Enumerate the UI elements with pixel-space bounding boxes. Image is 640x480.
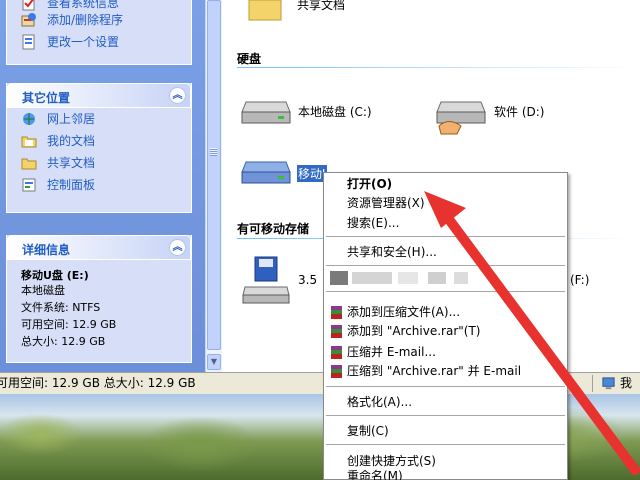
- details-panel: 详细信息 ︽ 移动U盘 (E:) 本地磁盘 文件系统: NTFS 可用空间: 1…: [6, 235, 192, 363]
- folder-icon[interactable]: [245, 0, 285, 22]
- menu-label: 压缩到 "Archive.rar" 并 E-mail: [347, 364, 522, 378]
- place-label: 共享文档: [47, 156, 96, 170]
- menu-separator: [326, 386, 565, 387]
- scroll-down-arrow-icon[interactable]: ▼: [207, 354, 221, 370]
- other-places-header[interactable]: 其它位置 ︽: [7, 83, 191, 108]
- menu-separator: [326, 291, 565, 292]
- collapse-chevron-icon[interactable]: ︽: [169, 239, 186, 256]
- floppy-label[interactable]: 3.5: [298, 273, 317, 287]
- menu-item-rename[interactable]: 重命名(M): [324, 469, 567, 480]
- shared-docs-label[interactable]: 共享文档: [297, 0, 345, 13]
- change-setting-icon: [22, 34, 35, 50]
- menu-label: 添加到压缩文件(A)...: [347, 305, 461, 319]
- blurred-menu-item: [328, 269, 558, 287]
- usb-drive-icon[interactable]: [240, 158, 292, 188]
- winrar-icon: [331, 306, 342, 319]
- task-change-setting[interactable]: 更改一个设置: [7, 31, 191, 53]
- detail-free-space: 可用空间: 12.9 GB: [21, 318, 117, 331]
- vertical-scrollbar[interactable]: ▼: [205, 0, 222, 372]
- my-documents-icon: [21, 136, 37, 148]
- menu-item-search[interactable]: 搜索(E)...: [324, 214, 567, 233]
- status-text: 可用空间: 12.9 GB 总大小: 12.9 GB: [0, 376, 196, 390]
- place-control-panel[interactable]: 控制面板: [7, 174, 191, 196]
- drive-c-label[interactable]: 本地磁盘 (C:): [298, 103, 372, 120]
- detail-filesystem: 文件系统: NTFS: [21, 301, 101, 314]
- context-menu: 打开(O) 资源管理器(X) 搜索(E)... 共享和安全(H)... 添加到压…: [323, 172, 568, 480]
- panel-title: 详细信息: [22, 243, 71, 257]
- winrar-icon: [331, 365, 342, 378]
- shared-hard-drive-icon[interactable]: [435, 96, 487, 136]
- menu-item-add-to-rar[interactable]: 添加到 "Archive.rar"(T): [324, 322, 567, 341]
- shared-documents-icon: [21, 158, 37, 170]
- menu-item-open[interactable]: 打开(O): [324, 175, 567, 194]
- menu-label: 添加到 "Archive.rar"(T): [347, 324, 481, 338]
- menu-item-copy[interactable]: 复制(C): [324, 422, 567, 441]
- menu-separator: [326, 444, 565, 445]
- place-network[interactable]: 网上邻居: [7, 108, 191, 130]
- task-label: 更改一个设置: [47, 35, 120, 49]
- hard-drive-icon[interactable]: [240, 96, 292, 126]
- place-label: 控制面板: [47, 178, 96, 192]
- add-remove-programs-icon: [21, 13, 36, 27]
- collapse-chevron-icon[interactable]: ︽: [169, 87, 186, 104]
- menu-item-sharing[interactable]: 共享和安全(H)...: [324, 243, 567, 262]
- control-panel-icon: [22, 178, 36, 192]
- detail-total-size: 总大小: 12.9 GB: [21, 335, 106, 348]
- menu-item-explorer[interactable]: 资源管理器(X): [324, 194, 567, 213]
- drive-d-label[interactable]: 软件 (D:): [494, 103, 544, 120]
- detail-type: 本地磁盘: [21, 284, 65, 297]
- menu-label: 压缩并 E-mail...: [347, 345, 436, 359]
- place-label: 我的文档: [47, 134, 96, 148]
- system-tasks-panel: 查看系统信息 添加/删除程序 更改一个设置: [6, 0, 192, 65]
- network-places-icon: [23, 113, 35, 125]
- panel-title: 其它位置: [22, 91, 71, 105]
- place-my-documents[interactable]: 我的文档: [7, 130, 191, 152]
- winrar-icon: [331, 325, 342, 338]
- task-pane: 查看系统信息 添加/删除程序 更改一个设置 其它位置 ︽ 网上邻居 我的文档 共…: [0, 0, 205, 372]
- menu-item-format[interactable]: 格式化(A)...: [324, 393, 567, 412]
- detail-name: 移动U盘 (E:): [21, 269, 89, 282]
- menu-item-compress-email[interactable]: 压缩并 E-mail...: [324, 343, 567, 362]
- place-label: 网上邻居: [47, 112, 96, 126]
- group-divider: [237, 67, 637, 68]
- menu-separator: [326, 265, 565, 266]
- task-add-remove-programs[interactable]: 添加/删除程序: [7, 9, 191, 31]
- task-label: 添加/删除程序: [47, 13, 124, 27]
- removable-title: 有可移动存储: [237, 222, 310, 236]
- details-header[interactable]: 详细信息 ︽: [7, 235, 191, 260]
- my-computer-icon: [602, 377, 615, 390]
- drive-f-label[interactable]: (F:): [570, 273, 589, 287]
- floppy-drive-icon[interactable]: [241, 255, 291, 305]
- place-shared-documents[interactable]: 共享文档: [7, 152, 191, 174]
- winrar-icon: [331, 346, 342, 359]
- status-divider: [592, 375, 593, 392]
- scroll-grip-icon: [210, 148, 217, 156]
- menu-separator: [326, 236, 565, 237]
- hard-disks-title: 硬盘: [237, 52, 262, 66]
- menu-item-compress-rar-email[interactable]: 压缩到 "Archive.rar" 并 E-mail: [324, 362, 567, 381]
- menu-item-add-archive[interactable]: 添加到压缩文件(A)...: [324, 303, 567, 322]
- scroll-thumb[interactable]: [207, 0, 221, 350]
- menu-separator: [326, 415, 565, 416]
- other-places-panel: 其它位置 ︽ 网上邻居 我的文档 共享文档 控制面板: [6, 83, 192, 213]
